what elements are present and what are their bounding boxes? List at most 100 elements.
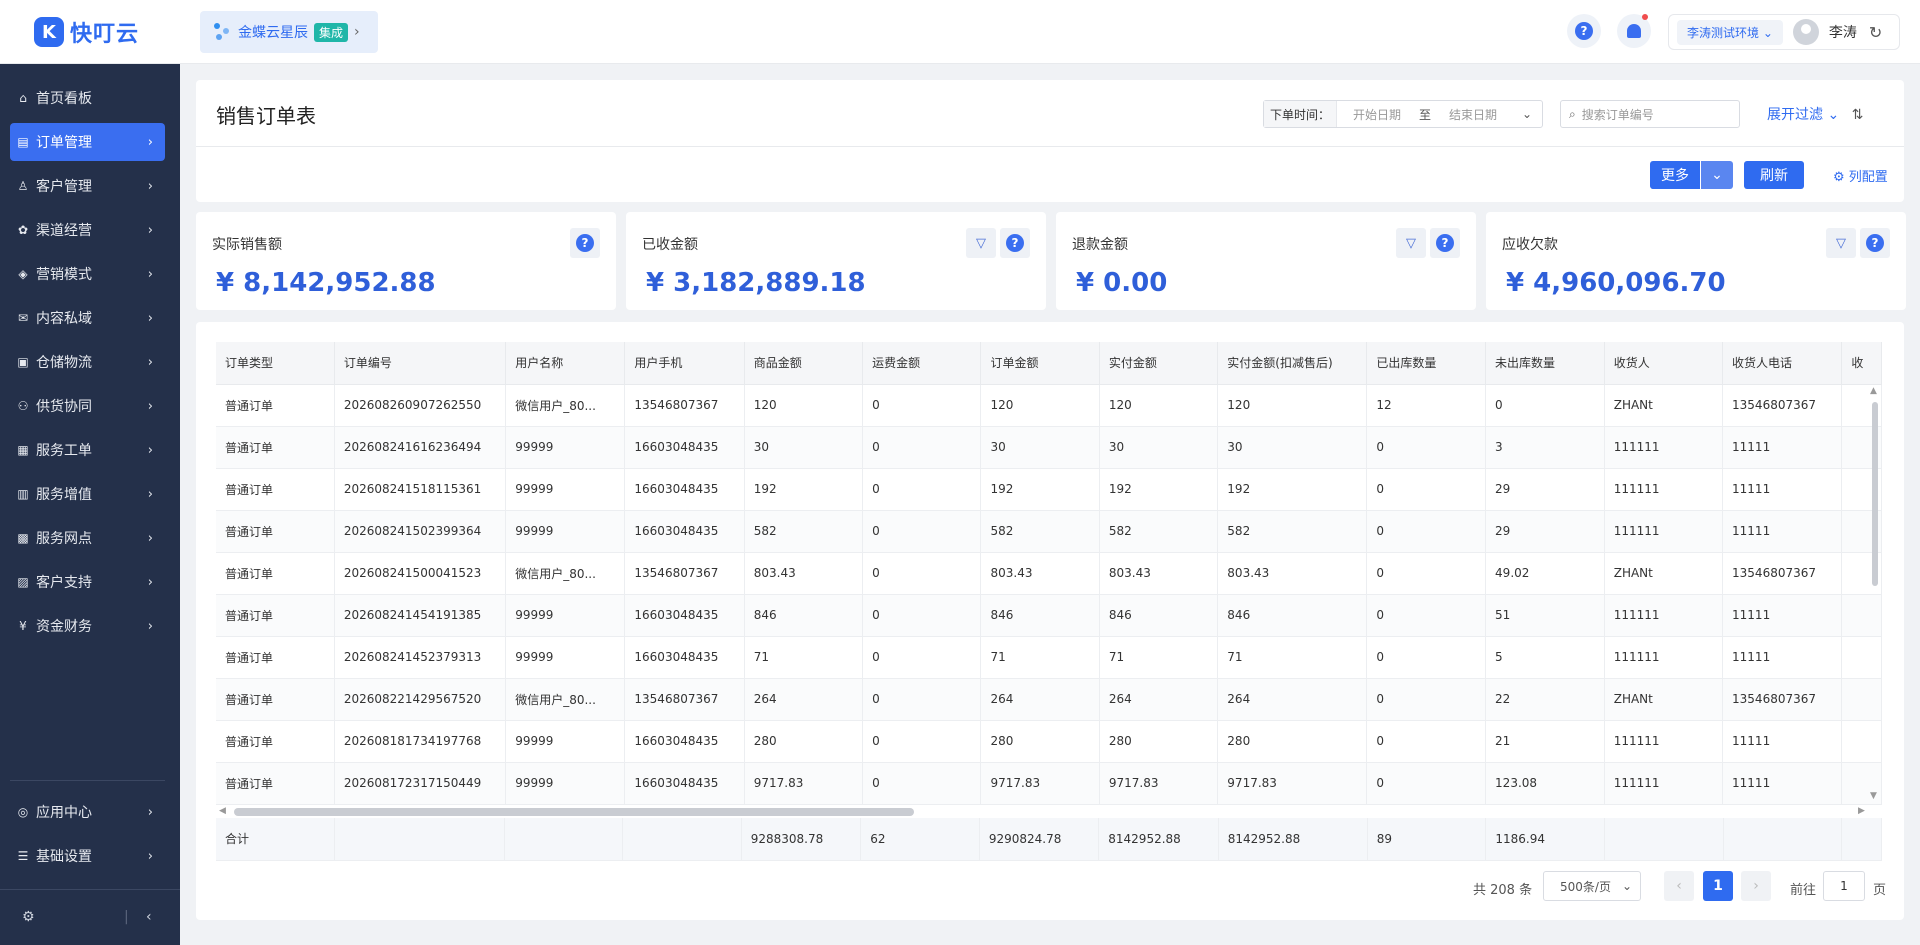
- table-cell-overflow: [1841, 678, 1882, 721]
- column-header[interactable]: 实付金额: [1099, 342, 1219, 385]
- summary-row: 合计 9288308.78 62 9290824.78 8142952.88 814295…: [216, 818, 1882, 861]
- app-logo[interactable]: K 快叮云: [34, 16, 139, 48]
- sidebar-item-12[interactable]: ¥ 资金财务 ›: [10, 607, 165, 645]
- sidebar-item-2[interactable]: ♙ 客户管理 ›: [10, 167, 165, 205]
- environment-selector[interactable]: 李涛测试环境 ⌄: [1677, 19, 1783, 45]
- table-cell: 264: [744, 678, 864, 721]
- summary-cell: [504, 818, 624, 861]
- column-config-button[interactable]: ⚙ 列配置: [1833, 166, 1888, 185]
- integration-switcher[interactable]: 金蝶云星辰 集成 ›: [200, 11, 378, 53]
- more-dropdown-toggle[interactable]: ⌄: [1701, 161, 1733, 189]
- stat-value: ¥ 8,142,952.88: [216, 268, 436, 298]
- expand-filter-button[interactable]: 展开过滤 ⌄ ⇅: [1767, 104, 1863, 124]
- help-icon: ?: [1866, 234, 1884, 252]
- table-row[interactable]: 普通订单 202608241452379313 99999 16603048435 71…: [216, 636, 1882, 679]
- sidebar-item-1[interactable]: ▤ 订单管理 ›: [10, 123, 165, 161]
- filter-button[interactable]: ▽: [966, 228, 996, 258]
- start-date-input[interactable]: 开始日期: [1353, 106, 1401, 123]
- refresh-icon[interactable]: ↻: [1869, 23, 1882, 42]
- table-cell: 0: [862, 762, 982, 805]
- table-row[interactable]: 普通订单 202608181734197768 99999 16603048435 28…: [216, 720, 1882, 763]
- scroll-left-icon[interactable]: ◀: [219, 806, 226, 816]
- scroll-right-icon[interactable]: ▶: [1858, 806, 1865, 816]
- help-button[interactable]: ?: [1860, 228, 1890, 258]
- column-header[interactable]: 收: [1841, 342, 1882, 385]
- table-cell: 12: [1366, 384, 1487, 427]
- order-search-input[interactable]: ⌕ 搜索订单编号: [1560, 100, 1740, 128]
- stat-label: 实际销售额: [212, 237, 282, 253]
- end-date-input[interactable]: 结束日期: [1449, 106, 1497, 123]
- table-cell: 803.43: [1099, 552, 1219, 595]
- avatar[interactable]: [1792, 19, 1819, 45]
- filter-button[interactable]: ▽: [1396, 228, 1426, 258]
- settings-gear-icon[interactable]: ⚙: [22, 909, 35, 925]
- sidebar-bottom-item-1[interactable]: ☰ 基础设置 ›: [10, 837, 165, 875]
- table-cell: 普通订单: [216, 678, 335, 721]
- sort-icon[interactable]: ⇅: [1852, 107, 1864, 123]
- sidebar-item-7[interactable]: ⚇ 供货协同 ›: [10, 387, 165, 425]
- next-page-button[interactable]: ›: [1741, 871, 1771, 901]
- help-button[interactable]: ?: [1567, 14, 1601, 48]
- column-header[interactable]: 未出库数量: [1485, 342, 1605, 385]
- scroll-down-icon[interactable]: ▼: [1870, 791, 1877, 801]
- user-menu[interactable]: 李涛测试环境 ⌄ 李涛 ↻: [1668, 14, 1900, 50]
- chevron-right-icon: ›: [354, 24, 360, 40]
- order-date-range[interactable]: 下单时间： 开始日期 至 结束日期 ⌄: [1263, 100, 1543, 128]
- table-cell: 13546807367: [1722, 678, 1843, 721]
- summary-cell: 9288308.78: [741, 818, 862, 861]
- table-row[interactable]: 普通订单 202608241454191385 99999 16603048435 84…: [216, 594, 1882, 637]
- column-header[interactable]: 收货人电话: [1722, 342, 1843, 385]
- sidebar: ⌂ 首页看板 ▤ 订单管理 › ♙ 客户管理 › ✿ 渠道经营 › ◈ 营销模式 › ✉ 内容私域 › ▣ 仓储物流…: [0, 64, 180, 945]
- table-row[interactable]: 普通订单 202608241518115361 99999 16603048435 19…: [216, 468, 1882, 511]
- collapse-sidebar-icon[interactable]: ‹: [146, 909, 152, 925]
- refresh-button[interactable]: 刷新: [1744, 161, 1804, 189]
- sidebar-item-9[interactable]: ▥ 服务增值 ›: [10, 475, 165, 513]
- table-cell: 13546807367: [1722, 384, 1843, 427]
- table-cell: 0: [862, 552, 982, 595]
- sidebar-bottom-item-0[interactable]: ◎ 应用中心 ›: [10, 793, 165, 831]
- sidebar-item-10[interactable]: ▩ 服务网点 ›: [10, 519, 165, 557]
- page-size-select[interactable]: 500条/页 ⌄: [1543, 871, 1641, 901]
- table-row[interactable]: 普通订单 202608241500041523 微信用户_80... 13546807…: [216, 552, 1882, 595]
- column-header[interactable]: 实付金额(扣减售后): [1217, 342, 1368, 385]
- vertical-scrollbar[interactable]: [1872, 402, 1878, 586]
- sidebar-item-5[interactable]: ✉ 内容私域 ›: [10, 299, 165, 337]
- table-cell: 16603048435: [624, 468, 745, 511]
- horizontal-scrollbar[interactable]: [234, 808, 914, 816]
- sidebar-item-0[interactable]: ⌂ 首页看板: [10, 79, 165, 117]
- table-row[interactable]: 普通订单 202608172317150449 99999 16603048435 97…: [216, 762, 1882, 805]
- chevron-down-icon: ⌄: [1521, 107, 1532, 121]
- help-button[interactable]: ?: [570, 228, 600, 258]
- sidebar-item-11[interactable]: ▨ 客户支持 ›: [10, 563, 165, 601]
- filter-button[interactable]: ▽: [1826, 228, 1856, 258]
- sidebar-item-8[interactable]: ▦ 服务工单 ›: [10, 431, 165, 469]
- page-1-button[interactable]: 1: [1703, 871, 1733, 901]
- column-header[interactable]: 用户手机: [624, 342, 745, 385]
- help-button[interactable]: ?: [1000, 228, 1030, 258]
- goto-page-input[interactable]: 1: [1823, 871, 1865, 901]
- column-header[interactable]: 收货人: [1604, 342, 1724, 385]
- sidebar-item-4[interactable]: ◈ 营销模式 ›: [10, 255, 165, 293]
- notification-button[interactable]: [1617, 14, 1651, 48]
- help-button[interactable]: ?: [1430, 228, 1460, 258]
- prev-page-button[interactable]: ‹: [1664, 871, 1694, 901]
- summary-cell: 8142952.88: [1218, 818, 1368, 861]
- column-header[interactable]: 订单金额: [980, 342, 1100, 385]
- table-cell: 普通订单: [216, 594, 335, 637]
- more-button[interactable]: 更多: [1650, 161, 1700, 189]
- column-header[interactable]: 用户名称: [505, 342, 626, 385]
- table-row[interactable]: 普通订单 202608221429567520 微信用户_80... 13546807…: [216, 678, 1882, 721]
- column-header[interactable]: 订单编号: [334, 342, 507, 385]
- sidebar-item-6[interactable]: ▣ 仓储物流 ›: [10, 343, 165, 381]
- column-header[interactable]: 运费金额: [862, 342, 982, 385]
- sidebar-item-3[interactable]: ✿ 渠道经营 ›: [10, 211, 165, 249]
- column-header[interactable]: 订单类型: [216, 342, 335, 385]
- column-header[interactable]: 已出库数量: [1366, 342, 1487, 385]
- table-row[interactable]: 普通订单 202608241502399364 99999 16603048435 58…: [216, 510, 1882, 553]
- table-row[interactable]: 普通订单 202608241616236494 99999 16603048435 30…: [216, 426, 1882, 469]
- column-header[interactable]: 商品金额: [744, 342, 864, 385]
- scroll-up-icon[interactable]: ▲: [1870, 386, 1877, 396]
- table-row[interactable]: 普通订单 202608260907262550 微信用户_80... 13546807…: [216, 384, 1882, 427]
- table-cell: 202608181734197768: [334, 720, 507, 763]
- filter-icon: ▽: [1836, 235, 1846, 251]
